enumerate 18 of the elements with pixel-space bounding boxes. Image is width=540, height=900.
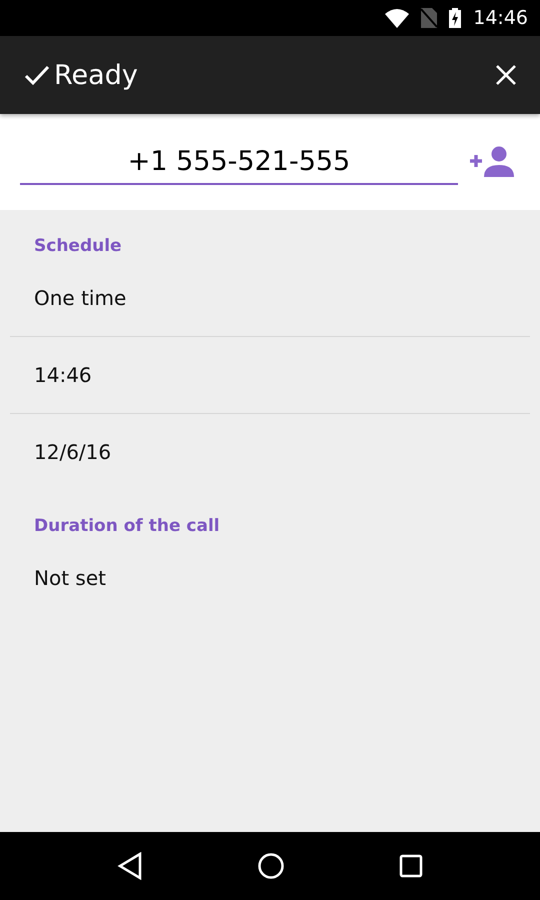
add-contact-icon[interactable] xyxy=(470,146,514,178)
checkmark-icon xyxy=(24,64,50,86)
close-icon[interactable] xyxy=(496,65,516,85)
list-item[interactable]: Not set xyxy=(0,540,540,616)
ready-button[interactable]: Ready xyxy=(24,60,138,90)
list-item[interactable]: 14:46 xyxy=(0,337,540,413)
section-header: Schedule xyxy=(33,235,123,258)
recents-icon[interactable] xyxy=(399,854,423,878)
list-item[interactable]: 12/6/16 xyxy=(0,414,540,490)
battery-charging-icon xyxy=(449,8,462,28)
no-sim-icon xyxy=(421,8,438,28)
home-icon[interactable] xyxy=(257,852,285,880)
wifi-icon xyxy=(385,8,410,28)
list-item[interactable]: One time xyxy=(0,260,540,336)
back-icon[interactable] xyxy=(117,852,143,880)
toolbar-title: Ready xyxy=(54,60,138,90)
status-time: 14:46 xyxy=(473,7,528,29)
section-header: Duration of the call xyxy=(33,515,221,538)
